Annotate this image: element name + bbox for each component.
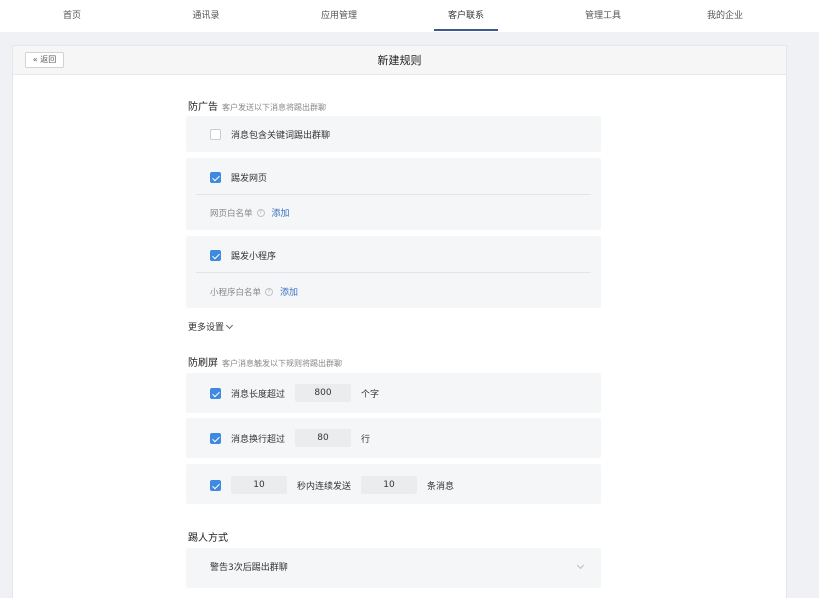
more-settings-toggle[interactable]: 更多设置: [188, 320, 234, 333]
kick-method-title: 踢人方式: [188, 533, 228, 544]
webpage-checkbox[interactable]: [210, 171, 221, 183]
webpage-rule-box: 踢发网页 网页白名单 ? 添加: [186, 158, 601, 230]
length-input[interactable]: 800: [295, 384, 352, 402]
anti-spam-section-title: 防刷屏 客户消息触发以下规则将踢出群聊: [188, 354, 342, 369]
lines-prefix: 消息换行超过: [231, 434, 286, 445]
lines-rule-row: 消息换行超过 80 行: [210, 428, 370, 448]
miniprogram-checkbox[interactable]: [210, 249, 221, 261]
burst-seconds-input[interactable]: 10: [231, 476, 287, 494]
anti-spam-desc: 客户消息触发以下规则将踢出群聊: [222, 359, 342, 368]
lines-checkbox[interactable]: [210, 432, 221, 444]
webpage-rule-row[interactable]: 踢发网页: [210, 167, 267, 187]
chevron-down-icon: [576, 561, 585, 570]
burst-middle-label: 秒内连续发送: [297, 481, 352, 492]
lines-unit: 行: [361, 434, 371, 445]
nav-contacts[interactable]: 通讯录: [176, 0, 236, 32]
divider: [196, 194, 591, 195]
burst-checkbox[interactable]: [210, 479, 221, 491]
nav-admin-tools[interactable]: 管理工具: [568, 0, 638, 32]
lines-input[interactable]: 80: [295, 429, 352, 447]
miniprogram-label: 踢发小程序: [231, 251, 277, 262]
webpage-whitelist-add-link[interactable]: 添加: [272, 206, 290, 219]
miniprogram-whitelist-add-link[interactable]: 添加: [280, 285, 298, 298]
miniprogram-rule-row[interactable]: 踢发小程序: [210, 245, 276, 265]
info-icon[interactable]: ?: [265, 287, 274, 296]
keyword-checkbox[interactable]: [210, 128, 221, 140]
length-prefix: 消息长度超过: [231, 389, 286, 400]
keyword-rule-row[interactable]: 消息包含关键词踢出群聊: [210, 124, 330, 144]
info-icon[interactable]: ?: [256, 208, 265, 217]
more-settings-label: 更多设置: [188, 323, 225, 333]
length-rule-row: 消息长度超过 800 个字: [210, 383, 379, 403]
webpage-whitelist-label: 网页白名单: [210, 208, 253, 219]
burst-unit: 条消息: [427, 481, 455, 492]
nav-app-management[interactable]: 应用管理: [304, 0, 374, 32]
page-title: 新建规则: [377, 54, 422, 67]
anti-ad-title: 防广告: [188, 102, 218, 113]
length-unit: 个字: [361, 389, 380, 400]
anti-ad-section-title: 防广告 客户发送以下消息将踢出群聊: [188, 98, 326, 113]
nav-home[interactable]: 首页: [42, 0, 102, 32]
length-checkbox[interactable]: [210, 387, 221, 399]
anti-spam-title: 防刷屏: [188, 358, 218, 369]
miniprogram-whitelist-label: 小程序白名单: [210, 287, 262, 298]
webpage-label: 踢发网页: [231, 173, 268, 184]
burst-rule-row: 10 秒内连续发送 10 条消息: [210, 475, 454, 495]
chevron-down-icon: [225, 321, 234, 330]
lines-rule-box: 消息换行超过 80 行: [186, 418, 601, 458]
divider: [196, 272, 591, 273]
webpage-whitelist: 网页白名单 ? 添加: [210, 206, 290, 219]
keyword-label: 消息包含关键词踢出群聊: [231, 130, 331, 141]
burst-count-input[interactable]: 10: [361, 476, 418, 494]
kick-method-select[interactable]: 警告3次后踢出群聊: [186, 548, 601, 588]
burst-rule-box: 10 秒内连续发送 10 条消息: [186, 464, 601, 504]
miniprogram-whitelist: 小程序白名单 ? 添加: [210, 285, 298, 298]
kick-method-value: 警告3次后踢出群聊: [210, 563, 288, 573]
length-rule-box: 消息长度超过 800 个字: [186, 373, 601, 413]
nav-customer-contact[interactable]: 客户联系: [432, 0, 500, 32]
nav-active-indicator: [434, 29, 498, 31]
anti-ad-desc: 客户发送以下消息将踢出群聊: [222, 103, 326, 112]
card-header: « 返回 新建规则: [13, 46, 786, 75]
keyword-rule-box: 消息包含关键词踢出群聊: [186, 116, 601, 152]
nav-my-enterprise[interactable]: 我的企业: [690, 0, 760, 32]
miniprogram-rule-box: 踢发小程序 小程序白名单 ? 添加: [186, 236, 601, 308]
top-navigation: 首页 通讯录 应用管理 客户联系 管理工具 我的企业: [0, 0, 819, 32]
